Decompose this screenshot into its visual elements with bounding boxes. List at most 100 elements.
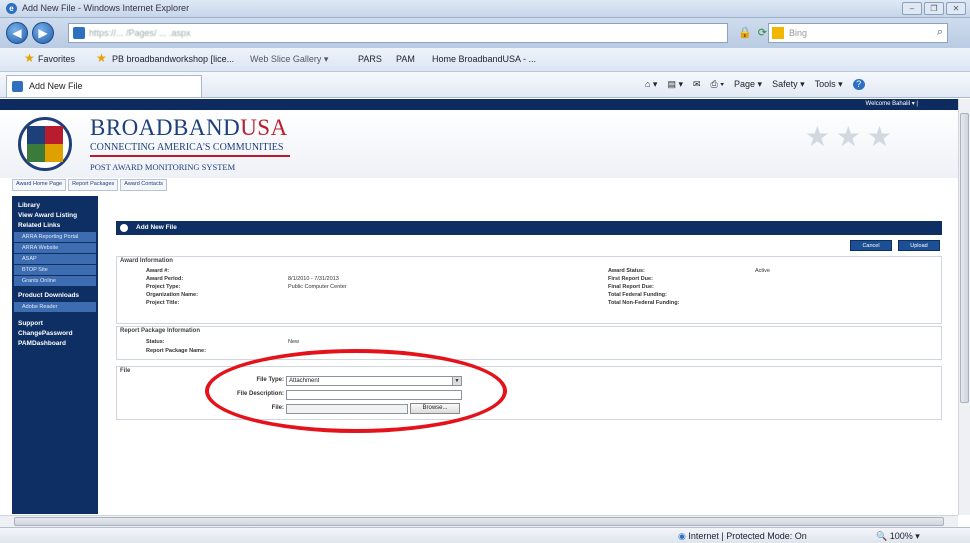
browser-tab[interactable]: Add New File: [6, 75, 202, 97]
fav-link-webslice[interactable]: Web Slice Gallery ▾: [250, 54, 328, 65]
tab-award-home[interactable]: Award Home Page: [12, 179, 67, 191]
award-status-label: Award Status:: [608, 268, 645, 274]
security-zone: ◉ Internet | Protected Mode: On: [678, 531, 807, 542]
ie-logo-icon: e: [6, 3, 17, 14]
add-favorite-icon[interactable]: ★: [96, 51, 107, 65]
project-type-value: Public Computer Center: [288, 284, 347, 290]
status-label: Status:: [146, 339, 165, 345]
brand-accent: USA: [240, 115, 288, 140]
award-period-label: Award Period:: [146, 276, 184, 282]
close-button[interactable]: ✕: [946, 2, 966, 15]
first-report-label: First Report Due:: [608, 276, 653, 282]
print-icon[interactable]: ⎙ ▾: [711, 79, 724, 90]
fav-link-workshop[interactable]: PB broadbandworkshop [lice...: [112, 54, 234, 64]
sidebar-item-product-downloads[interactable]: Product Downloads: [12, 291, 98, 301]
sidebar-link-arra-portal[interactable]: ARRA Reporting Portal: [14, 232, 96, 242]
cancel-button[interactable]: Cancel: [850, 240, 892, 251]
vertical-scrollbar[interactable]: [958, 99, 970, 515]
info-icon: [120, 224, 128, 232]
agency-seal-logo: [18, 117, 72, 171]
feeds-icon[interactable]: ▤ ▾: [667, 79, 683, 90]
award-status-value: Active: [755, 268, 770, 274]
fav-link-pam[interactable]: PAM: [396, 54, 415, 64]
sidebar-link-asap[interactable]: ASAP: [14, 254, 96, 264]
brand-main: BROADBAND: [90, 115, 241, 140]
security-zone-text: Internet | Protected Mode: On: [688, 531, 807, 541]
command-bar: Add New File ⌂ ▾ ▤ ▾ ✉ ⎙ ▾ Page ▾ Safety…: [0, 72, 970, 98]
sidebar-item-pam-dashboard[interactable]: PAMDashboard: [12, 339, 98, 349]
sidebar-link-btop[interactable]: BTOP Site: [14, 265, 96, 275]
final-report-label: Final Report Due:: [608, 284, 654, 290]
favorites-button[interactable]: Favorites: [38, 54, 75, 64]
upload-button[interactable]: Upload: [898, 240, 940, 251]
mail-icon[interactable]: ✉: [693, 79, 701, 90]
search-input[interactable]: Bing ⌕: [768, 23, 948, 43]
sidebar-item-library[interactable]: Library: [12, 201, 98, 211]
award-info-title: Award Information: [120, 258, 173, 264]
report-package-title: Report Package Information: [120, 328, 201, 334]
page-icon: [73, 27, 85, 39]
total-federal-label: Total Federal Funding:: [608, 292, 667, 298]
url-text: https://... /Pages/ ... .aspx: [89, 28, 191, 38]
tab-report-packages[interactable]: Report Packages: [68, 179, 119, 191]
home-icon[interactable]: ⌂ ▾: [645, 79, 657, 90]
report-package-panel: Report Package Information: [116, 326, 942, 360]
search-icon[interactable]: ⌕: [937, 26, 943, 39]
address-toolbar: ◀ ▶ https://... /Pages/ ... .aspx 🔒 ⟳ ✖ …: [0, 18, 970, 48]
favorites-star-icon: ★: [24, 51, 35, 65]
zoom-text: 100%: [889, 531, 913, 541]
sidebar-item-related-links[interactable]: Related Links: [12, 221, 98, 231]
section-header: Add New File: [116, 221, 942, 235]
highlight-ellipse: [205, 349, 507, 433]
forward-arrow-icon[interactable]: ▶: [32, 22, 54, 44]
window-title-bar: e Add New File - Windows Internet Explor…: [0, 0, 970, 18]
lock-icon[interactable]: 🔒: [738, 26, 752, 39]
sidebar-link-grants-online[interactable]: Grants Online: [14, 276, 96, 286]
project-title-label: Project Title:: [146, 300, 180, 306]
total-nonfederal-label: Total Non-Federal Funding:: [608, 300, 680, 306]
safety-menu[interactable]: Safety ▾: [772, 79, 805, 90]
window-title: Add New File - Windows Internet Explorer: [22, 3, 190, 13]
system-name: POST AWARD MONITORING SYSTEM: [90, 162, 236, 172]
welcome-bar: Welcome Bahalil ▾ |: [0, 99, 958, 110]
fav-link-pars[interactable]: PARS: [358, 54, 382, 64]
refresh-icon[interactable]: ⟳: [758, 26, 767, 39]
status-bar: ◉ Internet | Protected Mode: On 🔍 100% ▾: [0, 527, 970, 543]
bing-icon: [772, 27, 784, 39]
org-name-label: Organization Name:: [146, 292, 198, 298]
section-title: Add New File: [136, 224, 177, 231]
report-package-name-label: Report Package Name:: [146, 348, 206, 354]
zoom-level[interactable]: 🔍 100% ▾: [876, 531, 920, 542]
help-icon[interactable]: ?: [852, 79, 865, 90]
address-bar[interactable]: https://... /Pages/ ... .aspx: [68, 23, 728, 43]
tab-award-contacts[interactable]: Award Contacts: [120, 179, 167, 191]
tools-menu[interactable]: Tools ▾: [815, 79, 843, 90]
top-nav: Award Home Page Report Packages Award Co…: [12, 179, 169, 191]
sidebar-item-change-password[interactable]: ChangePassword: [12, 329, 98, 339]
sidebar-item-support[interactable]: Support: [12, 319, 98, 329]
award-info-panel: Award Information: [116, 256, 942, 324]
page-menu[interactable]: Page ▾: [734, 79, 762, 90]
welcome-text[interactable]: Welcome Bahalil ▾ |: [866, 100, 918, 107]
back-arrow-icon[interactable]: ◀: [6, 22, 28, 44]
favorites-bar: ★ Favorites ★ PB broadbandworkshop [lice…: [0, 48, 970, 72]
maximize-button[interactable]: ❐: [924, 2, 944, 15]
sidebar-link-adobe-reader[interactable]: Adobe Reader: [14, 302, 96, 312]
globe-icon: ◉: [678, 531, 686, 541]
fav-link-home[interactable]: Home BroadbandUSA - ...: [432, 54, 536, 64]
sidebar-link-arra-website[interactable]: ARRA Website: [14, 243, 96, 253]
magnifier-icon: 🔍: [876, 531, 888, 541]
brand-logo: BROADBANDUSA: [90, 115, 288, 141]
tab-page-icon: [12, 81, 23, 92]
search-placeholder: Bing: [789, 28, 808, 38]
sidebar-item-view-award-listing[interactable]: View Award Listing: [12, 211, 98, 221]
sidebar: Library View Award Listing Related Links…: [12, 196, 98, 514]
award-period-value: 8/1/2010 - 7/31/2013: [288, 276, 339, 282]
project-type-label: Project Type:: [146, 284, 181, 290]
stars-decoration: ★★★: [804, 121, 898, 152]
horizontal-scrollbar[interactable]: [0, 515, 958, 527]
award-num-label: Award #:: [146, 268, 170, 274]
tab-label: Add New File: [29, 81, 83, 91]
brand-rule: [90, 155, 290, 157]
minimize-button[interactable]: ‒: [902, 2, 922, 15]
